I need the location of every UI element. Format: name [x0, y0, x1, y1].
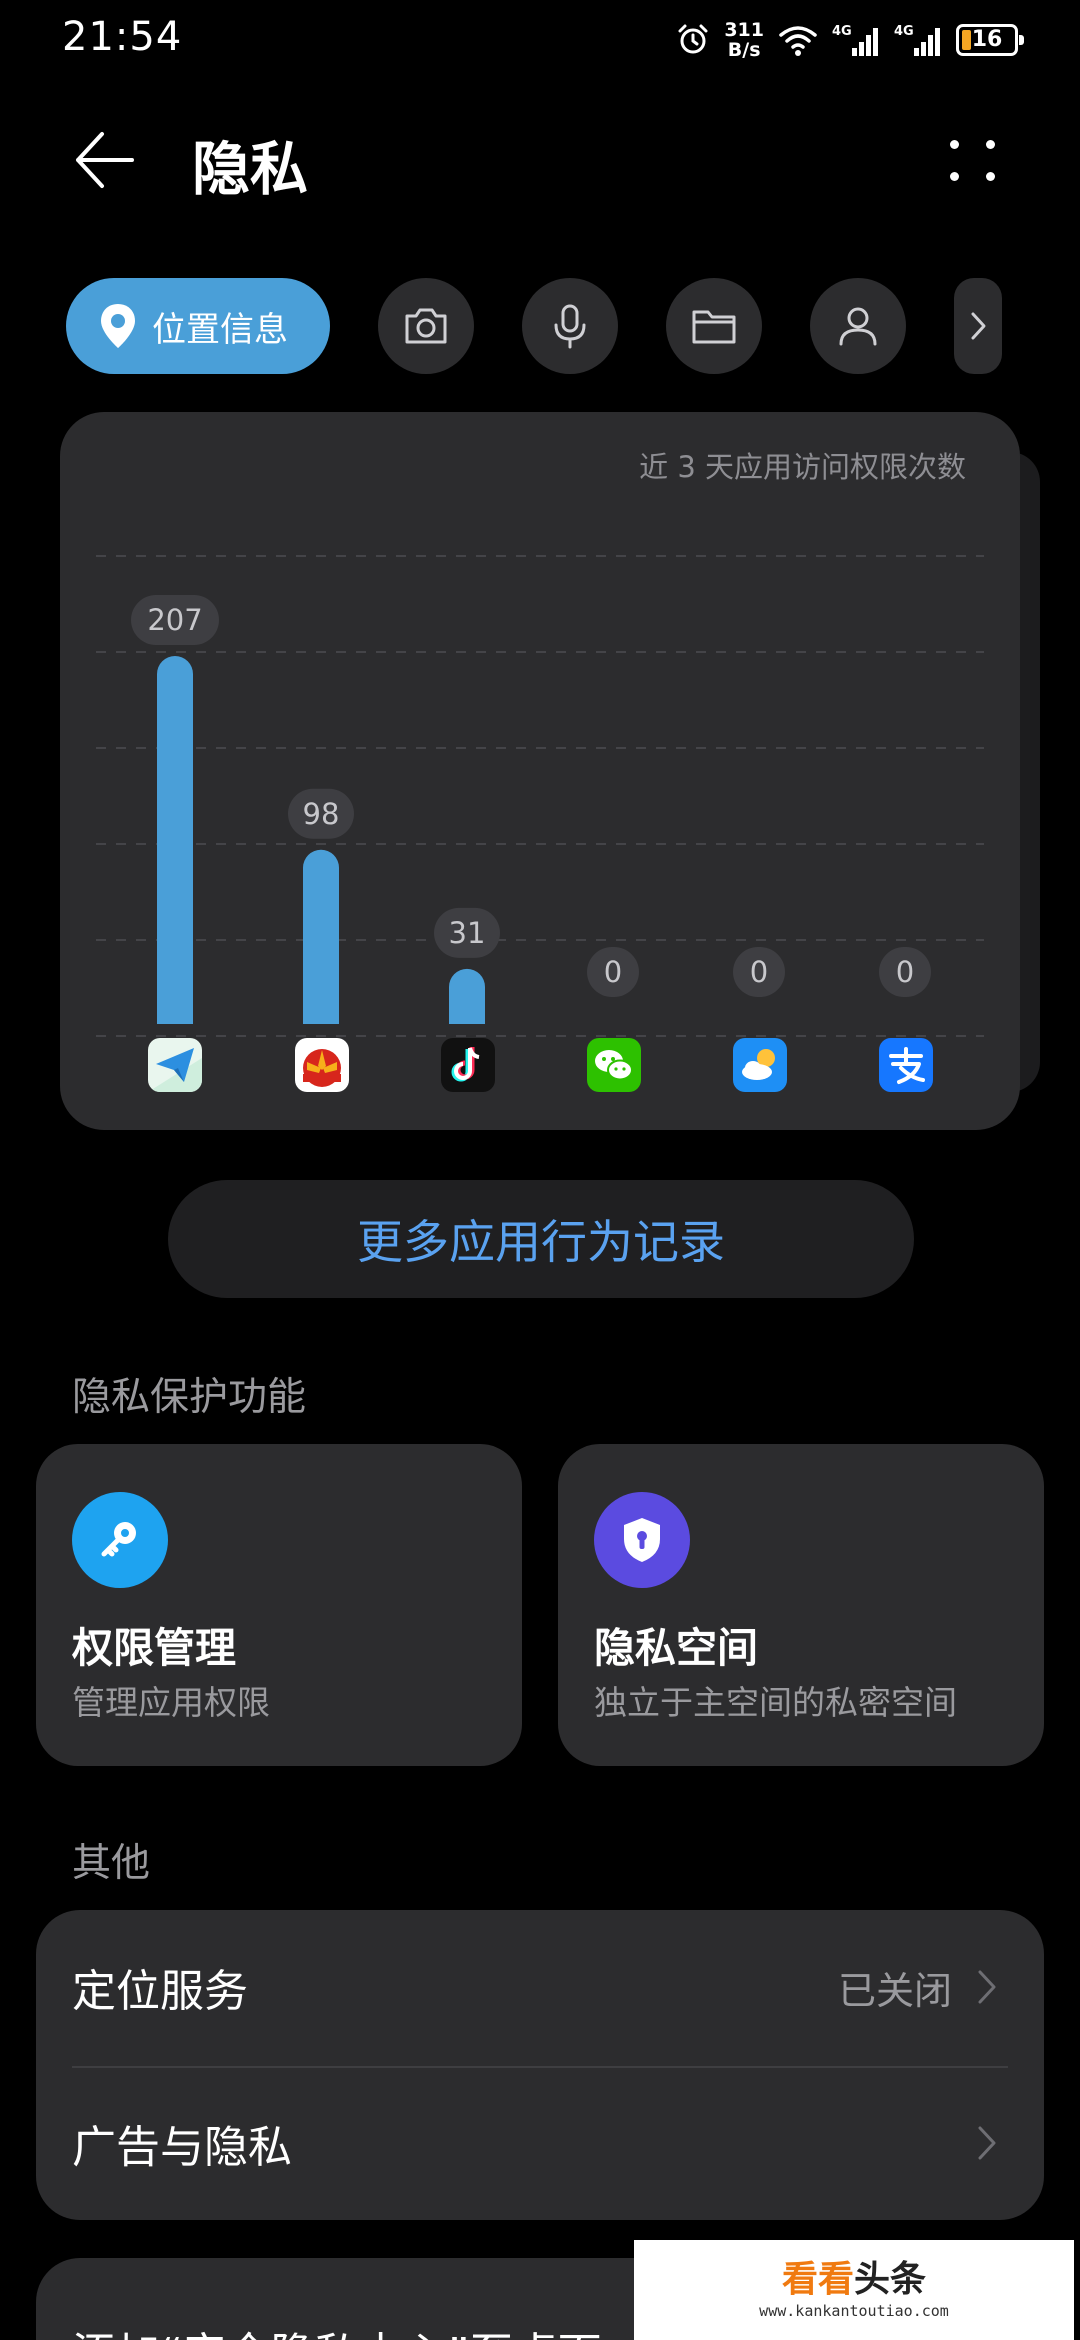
back-button[interactable]: [72, 128, 144, 192]
permission-access-chart-card[interactable]: 近 3 天应用访问权限次数 207 98 31 0 0 0: [60, 412, 1020, 1130]
location-services-status: 已关闭: [837, 1968, 952, 2013]
private-space-title: 隐私空间: [594, 1624, 758, 1672]
alipay-icon: [879, 1038, 933, 1092]
chart-value-label: 98: [303, 797, 340, 831]
key-icon: [101, 1522, 136, 1557]
location-pin-icon: [101, 304, 135, 348]
chip-location-label: 位置信息: [152, 309, 288, 350]
weather-app-icon[interactable]: [733, 1038, 787, 1092]
permission-management-title: 权限管理: [72, 1624, 236, 1672]
network-type-2: 4G: [894, 24, 914, 39]
watermark: 看看头条 www.kankantoutiao.com: [634, 2240, 1074, 2340]
chart-bar-douyin[interactable]: [449, 968, 485, 1024]
chip-more-button[interactable]: [954, 278, 1002, 374]
wechat-icon: [587, 1038, 641, 1092]
signal-4g-icon-2: 4G: [894, 24, 940, 56]
permission-management-subtitle: 管理应用权限: [72, 1683, 270, 1722]
feature-icon-bg: [72, 1492, 168, 1588]
add-to-desktop-label: 添加“安全隐私中心”至桌面: [72, 2318, 602, 2340]
watermark-logo: 看看头条: [782, 2260, 926, 2300]
private-space-subtitle: 独立于主空间的私密空间: [594, 1683, 957, 1722]
battery-level: 16: [971, 27, 1003, 52]
section-title-privacy-protection: 隐私保护功能: [72, 1375, 307, 1420]
status-time: 21:54: [62, 14, 183, 60]
network-speed: 311 B/s: [724, 20, 764, 60]
permission-management-card[interactable]: 权限管理 管理应用权限: [36, 1444, 522, 1766]
chip-contacts[interactable]: [810, 278, 906, 374]
wechat-app-icon[interactable]: [587, 1038, 641, 1092]
chevron-right-icon: [978, 2126, 996, 2160]
chart-value-label: 31: [449, 916, 486, 950]
shield-lock-icon: [624, 1518, 660, 1562]
network-type-1: 4G: [832, 24, 852, 39]
chart-bar-petrochina[interactable]: [303, 849, 339, 1024]
watermark-part-a: 看看: [781, 2259, 854, 2300]
contacts-icon: [839, 307, 877, 346]
chip-files[interactable]: [666, 278, 762, 374]
douyin-icon: [441, 1038, 495, 1092]
chip-location[interactable]: 位置信息: [66, 278, 330, 374]
battery-icon: 16: [956, 24, 1024, 56]
telegram-icon: [148, 1038, 202, 1092]
microphone-icon: [554, 304, 586, 349]
status-bar: 21:54 311 B/s 4G 4G 16: [0, 0, 1080, 80]
chevron-right-icon: [971, 312, 986, 340]
status-icons: 311 B/s 4G 4G 16: [676, 16, 1024, 64]
watermark-part-b: 头条: [854, 2259, 927, 2300]
petrochina-icon: [295, 1038, 349, 1092]
permission-access-chart: 207 98 31 0 0 0: [96, 555, 984, 1037]
more-app-records-button[interactable]: 更多应用行为记录: [168, 1180, 914, 1298]
network-speed-value: 311: [724, 19, 764, 41]
feature-icon-bg: [594, 1492, 690, 1588]
weather-icon: [733, 1038, 787, 1092]
ads-privacy-row[interactable]: 广告与隐私: [36, 2068, 1044, 2218]
chip-camera[interactable]: [378, 278, 474, 374]
chart-value-label: 0: [750, 955, 768, 989]
folder-icon: [692, 310, 736, 344]
wifi-icon: [779, 26, 817, 56]
private-space-card[interactable]: 隐私空间 独立于主空间的私密空间: [558, 1444, 1044, 1766]
page-title: 隐私: [192, 135, 309, 203]
arrow-left-icon: [76, 132, 134, 188]
alarm-icon: [678, 24, 708, 54]
alipay-app-icon[interactable]: [879, 1038, 933, 1092]
network-speed-unit: B/s: [727, 39, 761, 61]
douyin-app-icon[interactable]: [441, 1038, 495, 1092]
location-services-label: 定位服务: [72, 1966, 248, 2017]
chart-value-label: 0: [896, 955, 914, 989]
location-services-row[interactable]: 定位服务 已关闭: [36, 1912, 1044, 2062]
chip-microphone[interactable]: [522, 278, 618, 374]
chart-value-label: 207: [147, 603, 202, 637]
camera-icon: [405, 308, 447, 344]
telegram-app-icon[interactable]: [148, 1038, 202, 1092]
permission-category-bar: 位置信息: [0, 278, 1080, 376]
signal-4g-icon: 4G: [832, 24, 878, 56]
petrochina-app-icon[interactable]: [295, 1038, 349, 1092]
chevron-right-icon: [978, 1970, 996, 2004]
chart-bar-telegram[interactable]: [157, 656, 193, 1024]
ads-privacy-label: 广告与隐私: [72, 2122, 292, 2173]
watermark-url: www.kankantoutiao.com: [759, 2302, 949, 2320]
other-settings-list: 定位服务 已关闭 广告与隐私: [36, 1910, 1044, 2220]
section-title-other: 其他: [72, 1841, 151, 1886]
more-button[interactable]: [938, 128, 1010, 192]
privacy-screen: 21:54 311 B/s 4G 4G 16 隐私 位置信息 近 3 天应用访问…: [0, 0, 1080, 2340]
chart-value-label: 0: [604, 955, 622, 989]
